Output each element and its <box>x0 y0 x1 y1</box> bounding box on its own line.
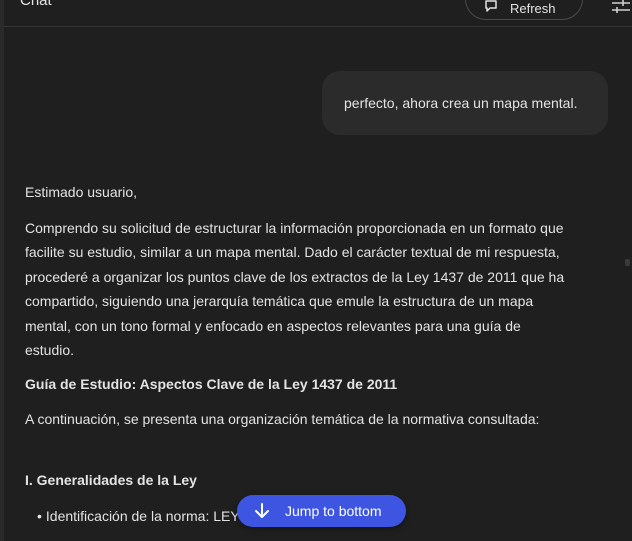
bullet-marker: • <box>37 508 42 524</box>
arrow-down-icon <box>255 503 269 518</box>
section-heading: I. Generalidades de la Ley <box>25 472 197 488</box>
response-intro: Comprendo su solicitud de estructurar la… <box>25 220 565 359</box>
response-greeting: Estimado usuario, <box>25 184 138 200</box>
response-heading: Guía de Estudio: Aspectos Clave de la Le… <box>25 376 398 392</box>
left-panel-edge <box>0 0 4 541</box>
tune-icon[interactable] <box>610 0 632 14</box>
refresh-button[interactable]: Refresh <box>465 0 583 20</box>
list-item-text: Identificación de la norma: LEY <box>45 508 240 524</box>
scrollbar-thumb[interactable] <box>625 259 630 266</box>
user-message-text: perfecto, ahora crea un mapa mental. <box>344 95 578 111</box>
chat-title: Chat <box>20 0 52 9</box>
response-lead: A continuación, se presenta una organiza… <box>25 411 540 427</box>
user-message-bubble: perfecto, ahora crea un mapa mental. <box>322 71 608 135</box>
chat-header: Chat Refresh <box>4 0 632 27</box>
refresh-button-label: Refresh <box>510 1 556 16</box>
jump-to-bottom-label: Jump to bottom <box>285 503 382 519</box>
chat-bubble-icon <box>485 0 497 12</box>
jump-to-bottom-button[interactable]: Jump to bottom <box>237 495 406 527</box>
